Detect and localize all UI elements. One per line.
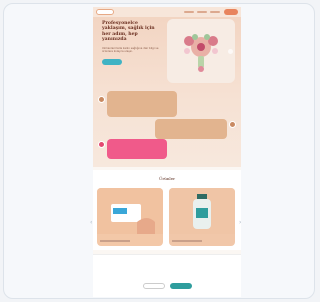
nav-link[interactable]	[197, 11, 207, 13]
nav-links	[118, 11, 220, 13]
cookie-actions	[93, 283, 241, 289]
product-image	[97, 188, 163, 234]
cookie-accept-button[interactable]	[169, 283, 192, 289]
brand-logo[interactable]	[96, 9, 114, 15]
product-image	[169, 188, 235, 234]
testimonial-bubble	[107, 91, 177, 117]
cookie-banner	[93, 254, 241, 297]
floral-uterus-illustration	[184, 34, 218, 72]
avatar	[98, 96, 105, 103]
testimonial-bubble	[155, 119, 227, 139]
hero-description: Uzmanlarımızla kadın sağlığına dair bilg…	[102, 47, 159, 54]
testimonial-bubble-highlight	[107, 139, 167, 159]
hero-illustration	[167, 19, 235, 83]
carousel-next-icon[interactable]	[228, 49, 233, 54]
nav-link[interactable]	[210, 11, 220, 13]
chevron-left-icon[interactable]: ‹	[90, 220, 94, 226]
avatar	[229, 121, 236, 128]
nav-link[interactable]	[184, 11, 194, 13]
top-navbar	[93, 7, 241, 17]
hero-cta-button[interactable]	[102, 59, 122, 65]
product-card[interactable]	[169, 188, 235, 246]
landing-page: Profesyonelce yaklaşım, sağlık için her …	[93, 7, 241, 297]
products-section: Ürünler	[93, 170, 241, 250]
chevron-right-icon[interactable]: ›	[239, 220, 243, 226]
nav-action-button[interactable]	[224, 9, 238, 15]
product-subtitle	[100, 240, 130, 242]
avatar	[98, 141, 105, 148]
hero-title: Profesyonelce yaklaşım, sağlık için her …	[102, 21, 155, 43]
product-subtitle	[172, 240, 202, 242]
hero-section: Profesyonelce yaklaşım, sağlık için her …	[93, 7, 241, 167]
products-heading: Ürünler	[159, 176, 175, 181]
product-card[interactable]	[97, 188, 163, 246]
cookie-settings-button[interactable]	[142, 283, 165, 289]
